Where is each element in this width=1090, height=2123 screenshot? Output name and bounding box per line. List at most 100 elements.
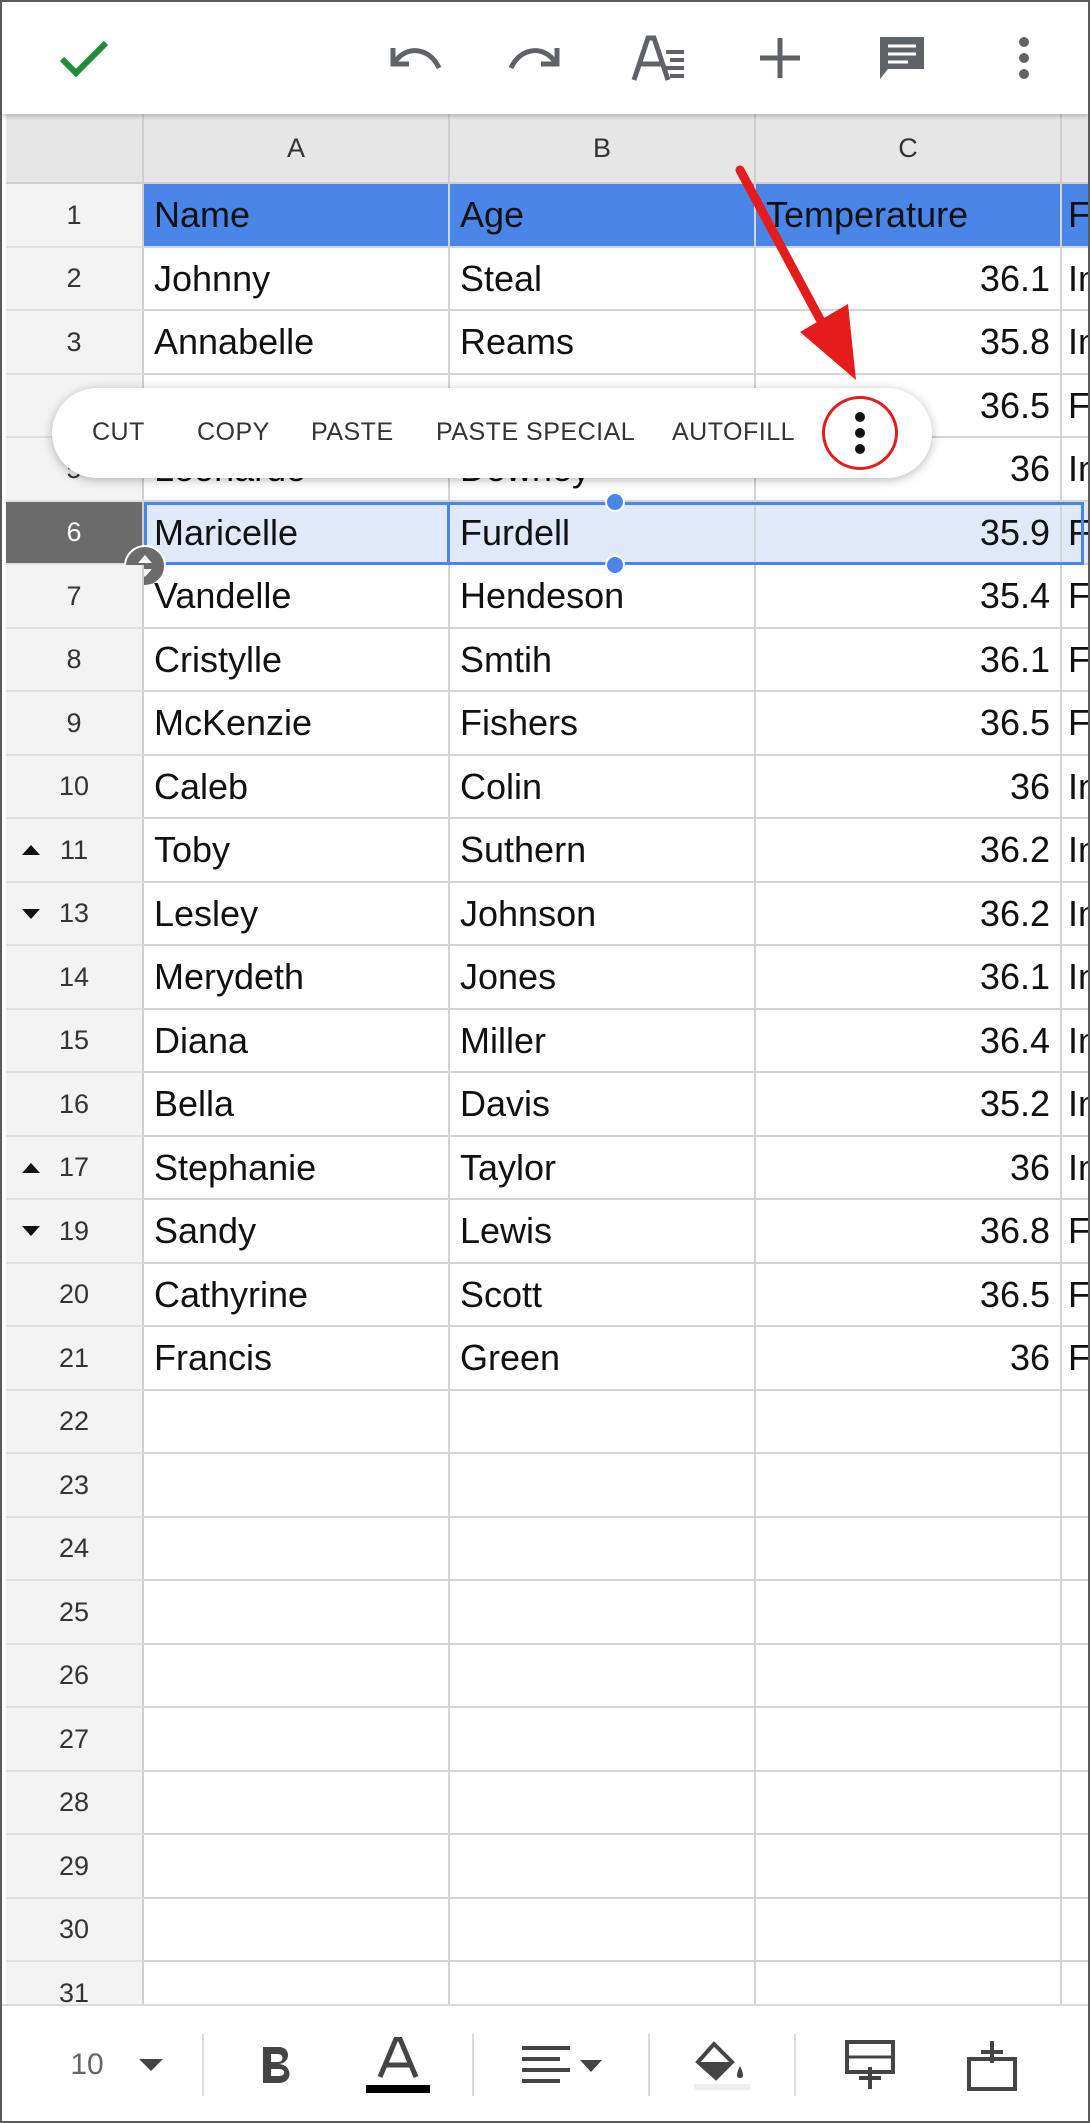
cell-a[interactable] xyxy=(144,1645,450,1708)
cell-d[interactable]: F xyxy=(1062,375,1088,438)
cell-b[interactable]: Reams xyxy=(450,311,756,375)
cell-c[interactable] xyxy=(756,1581,1062,1645)
context-more-button[interactable] xyxy=(822,396,898,470)
cell-b[interactable] xyxy=(450,1391,756,1454)
cell-d[interactable] xyxy=(1062,1962,1088,2004)
cell-b[interactable] xyxy=(450,1962,756,2004)
text-color-button[interactable] xyxy=(352,2006,444,2121)
row-header[interactable]: 23 xyxy=(6,1454,144,1518)
copy-menu-item[interactable]: COPY xyxy=(197,418,270,447)
cell-d[interactable] xyxy=(1062,1835,1088,1899)
cell-b[interactable] xyxy=(450,1645,756,1708)
row-header[interactable]: 31 xyxy=(6,1962,144,2004)
row-header[interactable]: 6 xyxy=(6,502,144,565)
cell-d[interactable]: F xyxy=(1062,184,1088,248)
checkmark-icon[interactable] xyxy=(46,20,122,96)
cell-a[interactable]: Vandelle xyxy=(144,565,450,629)
expand-down-icon[interactable] xyxy=(22,908,40,919)
cell-a[interactable]: Toby xyxy=(144,819,450,883)
cell-b[interactable] xyxy=(450,1581,756,1645)
cell-d[interactable]: F xyxy=(1062,1264,1088,1327)
paste-menu-item[interactable]: PASTE xyxy=(311,418,394,447)
cell-a[interactable]: Johnny xyxy=(144,248,450,311)
cell-a[interactable] xyxy=(144,1835,450,1899)
cell-d[interactable]: F xyxy=(1062,1327,1088,1391)
cell-b[interactable]: Steal xyxy=(450,248,756,311)
cell-a[interactable] xyxy=(144,1899,450,1962)
cell-b[interactable] xyxy=(450,1518,756,1581)
cell-d[interactable]: In xyxy=(1062,248,1088,311)
cell-c[interactable]: 36 xyxy=(756,1327,1062,1391)
cell-d[interactable]: In xyxy=(1062,311,1088,375)
cell-c[interactable] xyxy=(756,1962,1062,2004)
cell-c[interactable]: 36.5 xyxy=(756,1264,1062,1327)
cell-a[interactable]: Cristylle xyxy=(144,629,450,692)
autofill-menu-item[interactable]: AUTOFILL xyxy=(672,418,795,447)
cell-d[interactable]: In xyxy=(1062,883,1088,946)
row-header[interactable]: 29 xyxy=(6,1835,144,1899)
cell-a[interactable]: Merydeth xyxy=(144,946,450,1010)
cell-a[interactable]: Annabelle xyxy=(144,311,450,375)
cell-c[interactable]: 35.2 xyxy=(756,1073,1062,1137)
cell-b[interactable]: Furdell xyxy=(450,502,756,565)
cell-d[interactable]: In xyxy=(1062,438,1088,502)
cell-c[interactable]: 36.2 xyxy=(756,819,1062,883)
row-header[interactable]: 27 xyxy=(6,1708,144,1772)
paste-special-menu-item[interactable]: PASTE SPECIAL xyxy=(436,418,635,447)
cell-d[interactable]: In xyxy=(1062,756,1088,819)
cut-menu-item[interactable]: CUT xyxy=(92,418,145,447)
row-header[interactable]: 7 xyxy=(6,565,144,629)
insert-icon[interactable] xyxy=(742,20,818,96)
cell-a[interactable]: Caleb xyxy=(144,756,450,819)
row-header[interactable]: 10 xyxy=(6,756,144,819)
cell-c[interactable] xyxy=(756,1772,1062,1835)
expand-down-icon[interactable] xyxy=(22,1226,40,1236)
cell-d[interactable]: In xyxy=(1062,1010,1088,1073)
cell-b[interactable]: Lewis xyxy=(450,1200,756,1264)
cell-b[interactable]: Johnson xyxy=(450,883,756,946)
cell-c[interactable]: 36 xyxy=(756,1137,1062,1200)
row-header[interactable]: 24 xyxy=(6,1518,144,1581)
cell-b[interactable]: Jones xyxy=(450,946,756,1010)
cell-c[interactable] xyxy=(756,1899,1062,1962)
row-header[interactable]: 28 xyxy=(6,1772,144,1835)
cell-b[interactable] xyxy=(450,1899,756,1962)
cell-b[interactable] xyxy=(450,1835,756,1899)
cell-d[interactable]: F xyxy=(1062,565,1088,629)
redo-icon[interactable] xyxy=(498,20,574,96)
row-header[interactable]: 16 xyxy=(6,1073,144,1137)
cell-b[interactable]: Hendeson xyxy=(450,565,756,629)
cell-c[interactable] xyxy=(756,1518,1062,1581)
text-format-icon[interactable] xyxy=(620,20,696,96)
cell-b[interactable]: Scott xyxy=(450,1264,756,1327)
cell-d[interactable]: In xyxy=(1062,1137,1088,1200)
row-header[interactable]: 9 xyxy=(6,692,144,756)
cell-b[interactable]: Fishers xyxy=(450,692,756,756)
cell-c[interactable] xyxy=(756,1645,1062,1708)
cell-d[interactable]: F xyxy=(1062,629,1088,692)
select-all-corner[interactable] xyxy=(6,114,144,184)
cell-a[interactable]: McKenzie xyxy=(144,692,450,756)
row-header[interactable]: 1 xyxy=(6,184,144,248)
cell-c[interactable]: 35.4 xyxy=(756,565,1062,629)
cell-a[interactable] xyxy=(144,1391,450,1454)
cell-d[interactable]: F xyxy=(1062,1200,1088,1264)
comment-icon[interactable] xyxy=(864,20,940,96)
cell-b[interactable]: Miller xyxy=(450,1010,756,1073)
row-header[interactable]: 21 xyxy=(6,1327,144,1391)
cell-b[interactable]: Smtih xyxy=(450,629,756,692)
cell-d[interactable]: F xyxy=(1062,692,1088,756)
cell-a[interactable]: Sandy xyxy=(144,1200,450,1264)
insert-row-below-button[interactable] xyxy=(952,2006,1032,2121)
cell-a[interactable] xyxy=(144,1772,450,1835)
row-header[interactable]: 20 xyxy=(6,1264,144,1327)
row-header[interactable]: 2 xyxy=(6,248,144,311)
cell-c[interactable]: 36.8 xyxy=(756,1200,1062,1264)
cell-b[interactable] xyxy=(450,1454,756,1518)
undo-icon[interactable] xyxy=(376,20,452,96)
cell-a[interactable] xyxy=(144,1518,450,1581)
cell-b[interactable]: Colin xyxy=(450,756,756,819)
cell-b[interactable] xyxy=(450,1772,756,1835)
cell-a[interactable]: Diana xyxy=(144,1010,450,1073)
cell-a[interactable]: Cathyrine xyxy=(144,1264,450,1327)
